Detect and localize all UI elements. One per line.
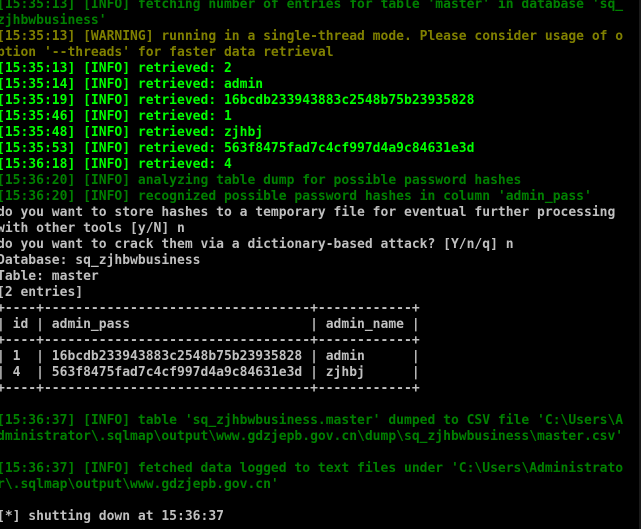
terminal-line: zjhbwbusiness' xyxy=(0,13,107,28)
table-row: | 4 | 563f8475fad7c4cf997d4a9c84631e3d |… xyxy=(0,365,420,380)
terminal-line: [15:36:37] [INFO] fetched data logged to… xyxy=(0,461,624,476)
terminal-line: ption '--threads' for faster data retrie… xyxy=(0,45,334,60)
terminal-line: Database: sq_zjhbwbusiness xyxy=(0,253,201,268)
terminal-line: [15:35:53] [INFO] retrieved: 563f8475fad… xyxy=(0,141,475,156)
terminal-line: [15:35:19] [INFO] retrieved: 16bcdb23394… xyxy=(0,93,475,108)
terminal-line: [15:35:13] [WARNING] running in a single… xyxy=(0,29,624,44)
terminal-line: [15:35:14] [INFO] retrieved: admin xyxy=(0,77,264,92)
terminal-line: [15:35:13] [INFO] fetching number of ent… xyxy=(0,0,624,12)
terminal-line: do you want to crack them via a dictiona… xyxy=(0,237,514,252)
terminal-line: dministrator\.sqlmap\output\www.gdzjepb.… xyxy=(0,429,624,444)
terminal-line: [15:36:20] [INFO] recognized possible pa… xyxy=(0,189,592,204)
terminal-line: [15:35:48] [INFO] retrieved: zjhbj xyxy=(0,125,264,140)
terminal-line: r\.sqlmap\output\www.gdzjepb.gov.cn' xyxy=(0,477,279,492)
table-border: +----+----------------------------------… xyxy=(0,301,420,316)
terminal-line: with other tools [y/N] n xyxy=(0,221,185,236)
terminal-line: [15:36:18] [INFO] retrieved: 4 xyxy=(0,157,232,172)
terminal-line: [15:36:20] [INFO] analyzing table dump f… xyxy=(0,173,522,188)
terminal-line: do you want to store hashes to a tempora… xyxy=(0,205,616,220)
terminal-output: [15:35:13] [INFO] fetching number of ent… xyxy=(0,0,623,525)
table-header-row: | id | admin_pass | admin_name | xyxy=(0,317,420,332)
terminal-line: Table: master xyxy=(0,269,99,284)
terminal-line: [*] shutting down at 15:36:37 xyxy=(0,509,224,524)
table-border: +----+----------------------------------… xyxy=(0,381,420,396)
terminal-line: [2 entries] xyxy=(0,285,84,300)
terminal-window[interactable]: [15:35:13] [INFO] fetching number of ent… xyxy=(0,0,641,529)
table-row: | 1 | 16bcdb233943883c2548b75b23935828 |… xyxy=(0,349,420,364)
table-border: +----+----------------------------------… xyxy=(0,333,420,348)
terminal-line: [15:36:37] [INFO] table 'sq_zjhbwbusines… xyxy=(0,413,624,428)
terminal-line: [15:35:13] [INFO] retrieved: 2 xyxy=(0,61,232,76)
terminal-line: [15:35:46] [INFO] retrieved: 1 xyxy=(0,109,232,124)
